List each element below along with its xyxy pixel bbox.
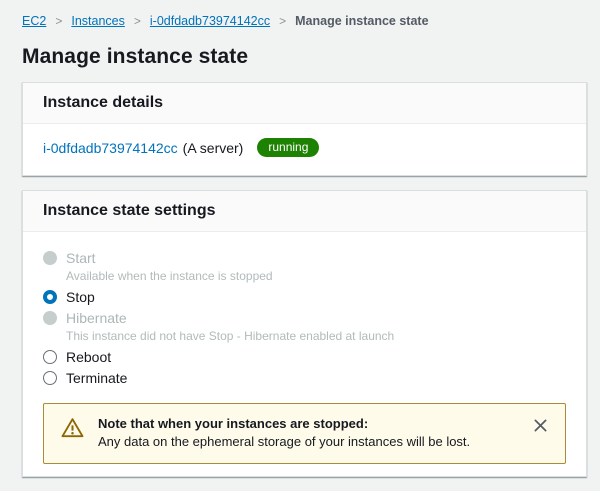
warning-message: Any data on the ephemeral storage of you… <box>98 434 471 449</box>
instance-name: (A server) <box>182 139 244 156</box>
instance-details-card: Instance details i-0dfdadb73974142cc (A … <box>22 82 587 176</box>
radio-option-terminate: Terminate <box>43 367 566 388</box>
breadcrumb-link-instance-id[interactable]: i-0dfdadb73974142cc <box>150 12 270 30</box>
radio-start <box>43 250 57 265</box>
warning-triangle-icon <box>60 416 85 445</box>
radio-option-hibernate: Hibernate This instance did not have Sto… <box>43 307 566 343</box>
page-title: Manage instance state <box>22 45 249 68</box>
instance-state-settings-heading: Instance state settings <box>43 202 216 219</box>
radio-option-start: Start Available when the instance is sto… <box>43 247 566 283</box>
instance-state-settings-header: Instance state settings <box>23 191 586 232</box>
radio-stop[interactable] <box>43 289 57 304</box>
breadcrumb: EC2 > Instances > i-0dfdadb73974142cc > … <box>22 12 587 30</box>
radio-hibernate-label: Hibernate <box>66 309 127 326</box>
radio-hibernate-description: This instance did not have Stop - Hibern… <box>66 329 395 343</box>
breadcrumb-current: Manage instance state <box>295 14 429 28</box>
radio-option-reboot: Reboot <box>43 346 566 367</box>
radio-terminate-label[interactable]: Terminate <box>66 370 127 386</box>
radio-reboot-label[interactable]: Reboot <box>66 349 111 365</box>
instance-details-header: Instance details <box>23 83 586 124</box>
instance-state-settings-card: Instance state settings Start Available … <box>22 190 587 477</box>
breadcrumb-link-instances[interactable]: Instances <box>71 12 125 30</box>
radio-reboot[interactable] <box>43 349 57 364</box>
chevron-right-icon: > <box>133 14 141 28</box>
chevron-right-icon: > <box>279 14 287 28</box>
chevron-right-icon: > <box>55 14 63 28</box>
status-badge: running <box>257 138 320 157</box>
warning-alert: Note that when your instances are stoppe… <box>43 403 566 464</box>
manage-instance-state-page: EC2 > Instances > i-0dfdadb73974142cc > … <box>0 0 600 491</box>
radio-start-description: Available when the instance is stopped <box>66 269 273 283</box>
instance-details-row: i-0dfdadb73974142cc (A server) running <box>23 124 586 175</box>
warning-title: Note that when your instances are stoppe… <box>98 416 369 431</box>
radio-start-label: Start <box>66 249 96 266</box>
instance-details-heading: Instance details <box>43 94 164 111</box>
warning-text: Note that when your instances are stoppe… <box>98 415 470 451</box>
instance-id-link[interactable]: i-0dfdadb73974142cc <box>43 140 178 156</box>
radio-option-stop: Stop <box>43 286 566 307</box>
close-icon[interactable] <box>530 415 551 436</box>
radio-hibernate <box>43 310 57 325</box>
radio-stop-label[interactable]: Stop <box>66 289 95 305</box>
breadcrumb-link-ec2[interactable]: EC2 <box>22 12 46 30</box>
instance-state-options: Start Available when the instance is sto… <box>23 232 586 476</box>
radio-terminate[interactable] <box>43 370 57 385</box>
